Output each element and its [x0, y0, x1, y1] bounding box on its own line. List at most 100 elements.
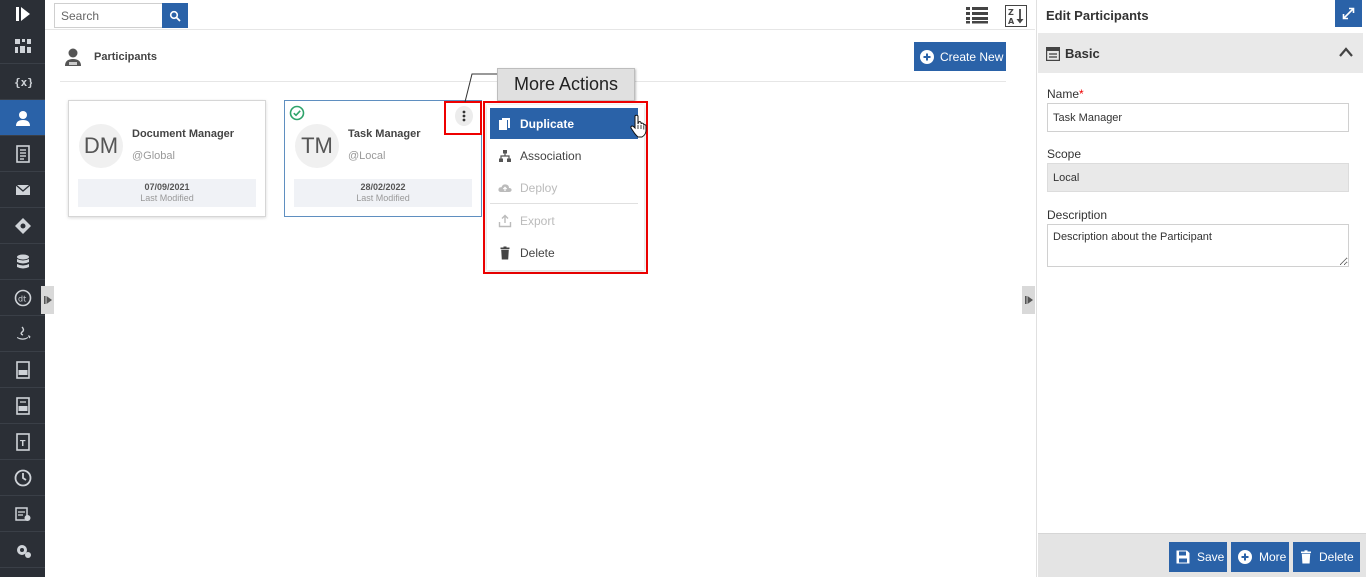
save-button[interactable]: Save	[1169, 542, 1227, 572]
kebab-highlight-box	[444, 101, 482, 135]
section-basic-header[interactable]: Basic	[1038, 33, 1363, 73]
plus-circle-icon	[920, 49, 934, 64]
association-icon	[499, 149, 511, 162]
card-scope: @Global	[132, 150, 175, 162]
svg-text:{x}: {x}	[14, 76, 32, 89]
description-label: Description	[1047, 208, 1108, 222]
right-panel-toggle[interactable]	[1022, 286, 1035, 314]
search-button[interactable]	[162, 3, 188, 28]
menu-item-deploy: Deploy	[490, 172, 638, 203]
card-footer: 07/09/2021 Last Modified	[78, 179, 256, 207]
more-label: More	[1259, 550, 1287, 564]
mail-icon	[15, 183, 30, 195]
card-modified-label: Last Modified	[356, 193, 410, 203]
description-field[interactable]: Description about the Participant	[1047, 224, 1349, 267]
logo-icon	[15, 7, 30, 21]
document-icon	[15, 144, 30, 163]
nav-item-dashboard[interactable]	[0, 28, 45, 64]
menu-item-label: Delete	[520, 245, 555, 260]
card-name: Document Manager	[132, 128, 235, 140]
name-field[interactable]	[1047, 103, 1349, 132]
avatar: DM	[79, 124, 123, 168]
nav-item-variables[interactable]: {x}	[0, 64, 45, 100]
nav-item-participants[interactable]	[0, 100, 45, 136]
card-footer: 28/02/2022 Last Modified	[294, 179, 472, 207]
section-title: Basic	[1065, 46, 1100, 61]
expand-arrows-icon	[1342, 7, 1355, 20]
svg-text:T: T	[20, 439, 26, 448]
save-icon	[1176, 550, 1190, 564]
duplicate-icon	[499, 117, 510, 130]
menu-item-duplicate[interactable]: Duplicate	[490, 108, 638, 139]
page-title: Participants	[94, 51, 157, 63]
panel-title: Edit Participants	[1046, 8, 1149, 23]
java-icon	[16, 326, 30, 340]
svg-text:dt: dt	[18, 294, 26, 303]
menu-item-association[interactable]: Association	[490, 140, 638, 171]
create-new-button[interactable]: Create New	[914, 42, 1006, 71]
clock-icon	[14, 469, 31, 486]
nav-item-config[interactable]	[0, 532, 45, 568]
more-actions-menu: Duplicate Association Deploy Export Dele…	[487, 105, 644, 270]
more-button[interactable]: More	[1231, 542, 1289, 572]
nav-item-documents[interactable]	[0, 136, 45, 172]
search-icon	[169, 10, 181, 22]
menu-highlight-box: Duplicate Association Deploy Export Dele…	[483, 101, 648, 274]
card-name: Task Manager	[348, 128, 421, 140]
nav-item-html[interactable]	[0, 352, 45, 388]
decision-table-icon: dt	[14, 289, 31, 306]
left-nav: {x} dt T	[0, 0, 45, 577]
participant-card-document-manager[interactable]: DM Document Manager @Global 07/09/2021 L…	[68, 100, 266, 217]
svg-text:Z: Z	[1008, 8, 1014, 17]
callout-connector	[464, 73, 497, 103]
app-window: {x} dt T Search Z A Participants Create …	[0, 0, 1366, 577]
cloud-upload-icon	[498, 183, 512, 192]
list-view-button[interactable]	[966, 6, 988, 24]
expand-right-icon	[43, 296, 52, 304]
avatar: TM	[295, 124, 339, 168]
sort-button[interactable]: ZA	[1005, 5, 1027, 27]
css-file-icon	[15, 396, 30, 415]
save-label: Save	[1197, 550, 1225, 564]
left-panel-toggle[interactable]	[41, 286, 54, 314]
nav-item-history[interactable]	[0, 460, 45, 496]
settings-list-icon	[14, 506, 30, 521]
card-date: 28/02/2022	[360, 182, 406, 192]
dashboard-icon	[14, 38, 31, 53]
nav-item-gateway[interactable]	[0, 208, 45, 244]
form-icon	[1046, 47, 1060, 61]
scope-label: Scope	[1047, 147, 1082, 161]
scope-field	[1047, 163, 1349, 192]
trash-icon	[500, 246, 510, 259]
menu-item-export: Export	[490, 205, 638, 236]
more-actions-callout: More Actions	[497, 68, 635, 101]
menu-item-delete[interactable]: Delete	[490, 237, 638, 268]
name-label: Name*	[1047, 87, 1084, 101]
delete-label: Delete	[1319, 550, 1354, 564]
edit-participants-panel: Edit Participants Basic Name* Scope Desc…	[1036, 0, 1366, 577]
expand-right-icon	[1024, 296, 1033, 304]
nav-item-mail[interactable]	[0, 172, 45, 208]
check-circle-icon	[289, 105, 305, 121]
nav-item-text[interactable]: T	[0, 424, 45, 460]
html-file-icon	[15, 360, 30, 379]
card-date: 07/09/2021	[144, 182, 190, 192]
plus-circle-icon	[1238, 550, 1252, 564]
delete-button[interactable]: Delete	[1293, 542, 1360, 572]
nav-item-java[interactable]	[0, 316, 45, 352]
nav-item-decision-table[interactable]: dt	[0, 280, 45, 316]
search-input[interactable]	[54, 3, 162, 28]
create-new-label: Create New	[940, 49, 1004, 64]
nav-item-settings-list[interactable]	[0, 496, 45, 532]
card-modified-label: Last Modified	[140, 193, 194, 203]
app-logo[interactable]	[0, 0, 45, 28]
gateway-icon	[14, 217, 31, 234]
trash-icon	[1301, 550, 1311, 564]
required-marker: *	[1079, 87, 1084, 101]
nav-item-database[interactable]	[0, 244, 45, 280]
nav-item-css[interactable]	[0, 388, 45, 424]
gear-icon	[16, 544, 31, 558]
menu-item-label: Deploy	[520, 180, 558, 195]
hand-cursor-icon	[630, 114, 647, 138]
maximize-panel-button[interactable]	[1335, 0, 1362, 27]
